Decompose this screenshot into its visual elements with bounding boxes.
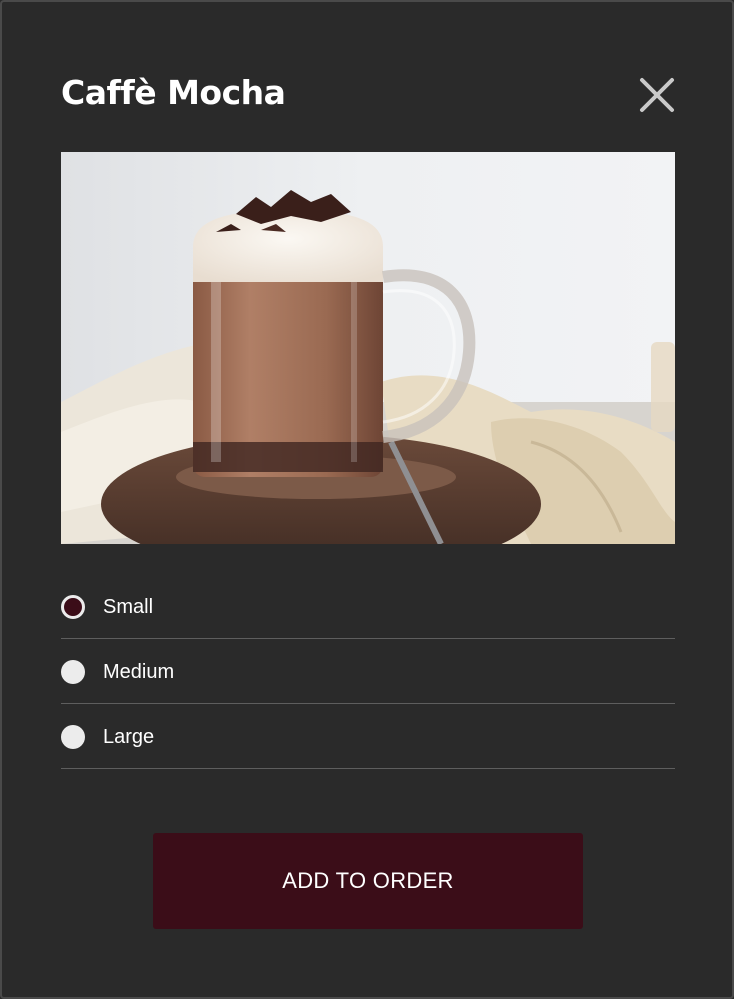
size-option-small[interactable]: Small [61, 574, 675, 639]
size-options: Small Medium Large [61, 574, 675, 769]
radio-small[interactable] [61, 595, 85, 619]
size-option-label: Large [103, 726, 155, 748]
add-to-order-button[interactable]: ADD TO ORDER [153, 833, 583, 929]
radio-medium[interactable] [61, 660, 85, 684]
radio-large[interactable] [61, 725, 85, 749]
product-image [61, 152, 675, 544]
close-icon [640, 78, 674, 112]
modal-title: Caffè Mocha [61, 73, 286, 112]
size-option-large[interactable]: Large [61, 704, 675, 769]
close-button[interactable] [634, 72, 680, 118]
product-modal: Caffè Mocha Small Medium Large ADD TO OR… [0, 0, 734, 999]
size-option-label: Small [103, 596, 154, 618]
size-option-medium[interactable]: Medium [61, 639, 675, 704]
size-option-label: Medium [103, 661, 175, 683]
